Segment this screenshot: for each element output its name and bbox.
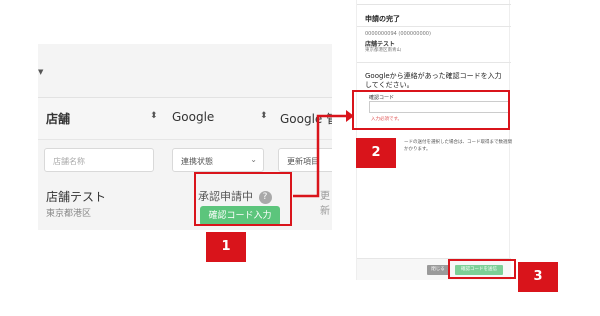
step-badge-3: 3 [518, 262, 558, 292]
highlight-box-3 [448, 259, 516, 279]
step-badge-2: 2 [356, 138, 396, 168]
tutorial-composite: ▼ 店舗 ⬍ Google ⬍ Google 管 店舗名称 連携状態 ⌄ 更新項… [0, 0, 600, 316]
highlight-box-2 [352, 90, 510, 130]
step-badge-1: 1 [206, 232, 246, 262]
highlight-box-1 [194, 172, 292, 226]
